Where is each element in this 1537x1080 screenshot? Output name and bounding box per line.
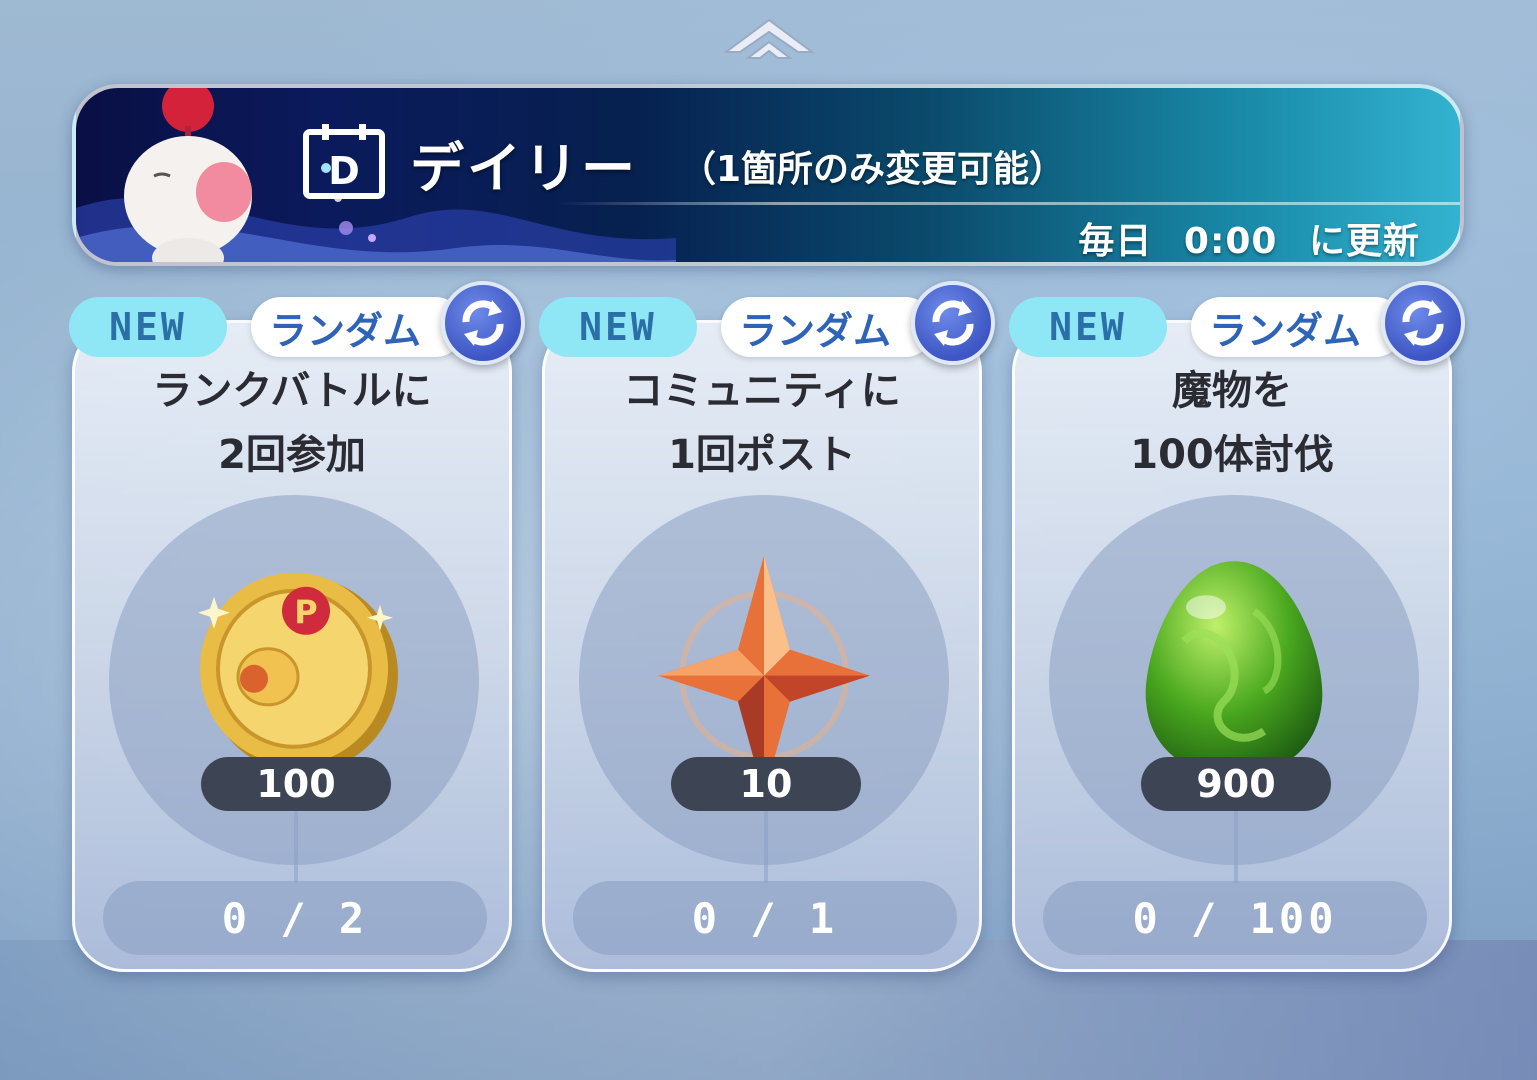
mission-card-community-post[interactable]: NEW ランダム コミュニティに 1回ポスト 10 0 / 1 xyxy=(539,281,995,972)
refresh-icon xyxy=(1402,300,1444,346)
mission-line-1: 魔物を xyxy=(1172,368,1292,414)
reward-quantity: 900 xyxy=(1141,757,1331,811)
banner-divider xyxy=(556,202,1460,205)
mission-card-monster-hunt[interactable]: NEW ランダム 魔物を 100体討伐 900 0 / 100 xyxy=(1009,281,1465,972)
mission-description: ランクバトルに 2回参加 xyxy=(75,359,509,487)
svg-text:D: D xyxy=(328,149,360,193)
mission-line-2: 2回参加 xyxy=(218,432,366,478)
progress-connector xyxy=(294,811,298,883)
random-badge: ランダム xyxy=(251,297,465,357)
svg-text:P: P xyxy=(294,593,317,631)
mission-progress: 0 / 2 xyxy=(103,881,487,955)
reset-time-text: 毎日 0:00 に更新 xyxy=(1078,221,1420,262)
new-badge: NEW xyxy=(539,297,697,357)
reroll-button[interactable] xyxy=(911,281,995,365)
moogle-mascot-icon xyxy=(124,88,252,262)
progress-connector xyxy=(764,811,768,883)
mission-line-2: 100体討伐 xyxy=(1130,432,1334,478)
green-egg-icon xyxy=(1145,561,1323,776)
mission-card-rank-battle[interactable]: NEW ランダム ランクバトルに 2回参加 P 100 0 / 2 xyxy=(69,281,525,972)
reward-quantity: 100 xyxy=(201,757,391,811)
mission-line-1: コミュニティに xyxy=(623,368,901,414)
reroll-button[interactable] xyxy=(441,281,525,365)
mission-description: 魔物を 100体討伐 xyxy=(1015,359,1449,487)
collapse-up-icon[interactable] xyxy=(722,14,816,60)
banner-subtitle: （1箇所のみ変更可能） xyxy=(680,149,1066,190)
mission-progress: 0 / 1 xyxy=(573,881,957,955)
random-badge: ランダム xyxy=(1191,297,1405,357)
daily-header-banner: D デイリー （1箇所のみ変更可能） 毎日 0:00 に更新 xyxy=(72,84,1464,266)
daily-calendar-icon: D xyxy=(303,124,385,199)
gold-coin-icon: P xyxy=(198,572,398,773)
banner-title: デイリー xyxy=(410,137,638,200)
mission-description: コミュニティに 1回ポスト xyxy=(545,359,979,487)
random-badge: ランダム xyxy=(721,297,935,357)
mission-line-1: ランクバトルに xyxy=(152,368,432,414)
star-crystal-icon xyxy=(658,555,870,786)
reroll-button[interactable] xyxy=(1381,281,1465,365)
progress-connector xyxy=(1234,811,1238,883)
refresh-icon xyxy=(932,300,974,346)
mission-line-2: 1回ポスト xyxy=(668,432,856,478)
refresh-icon xyxy=(462,300,504,346)
new-badge: NEW xyxy=(69,297,227,357)
mission-progress: 0 / 100 xyxy=(1043,881,1427,955)
reward-quantity: 10 xyxy=(671,757,861,811)
new-badge: NEW xyxy=(1009,297,1167,357)
